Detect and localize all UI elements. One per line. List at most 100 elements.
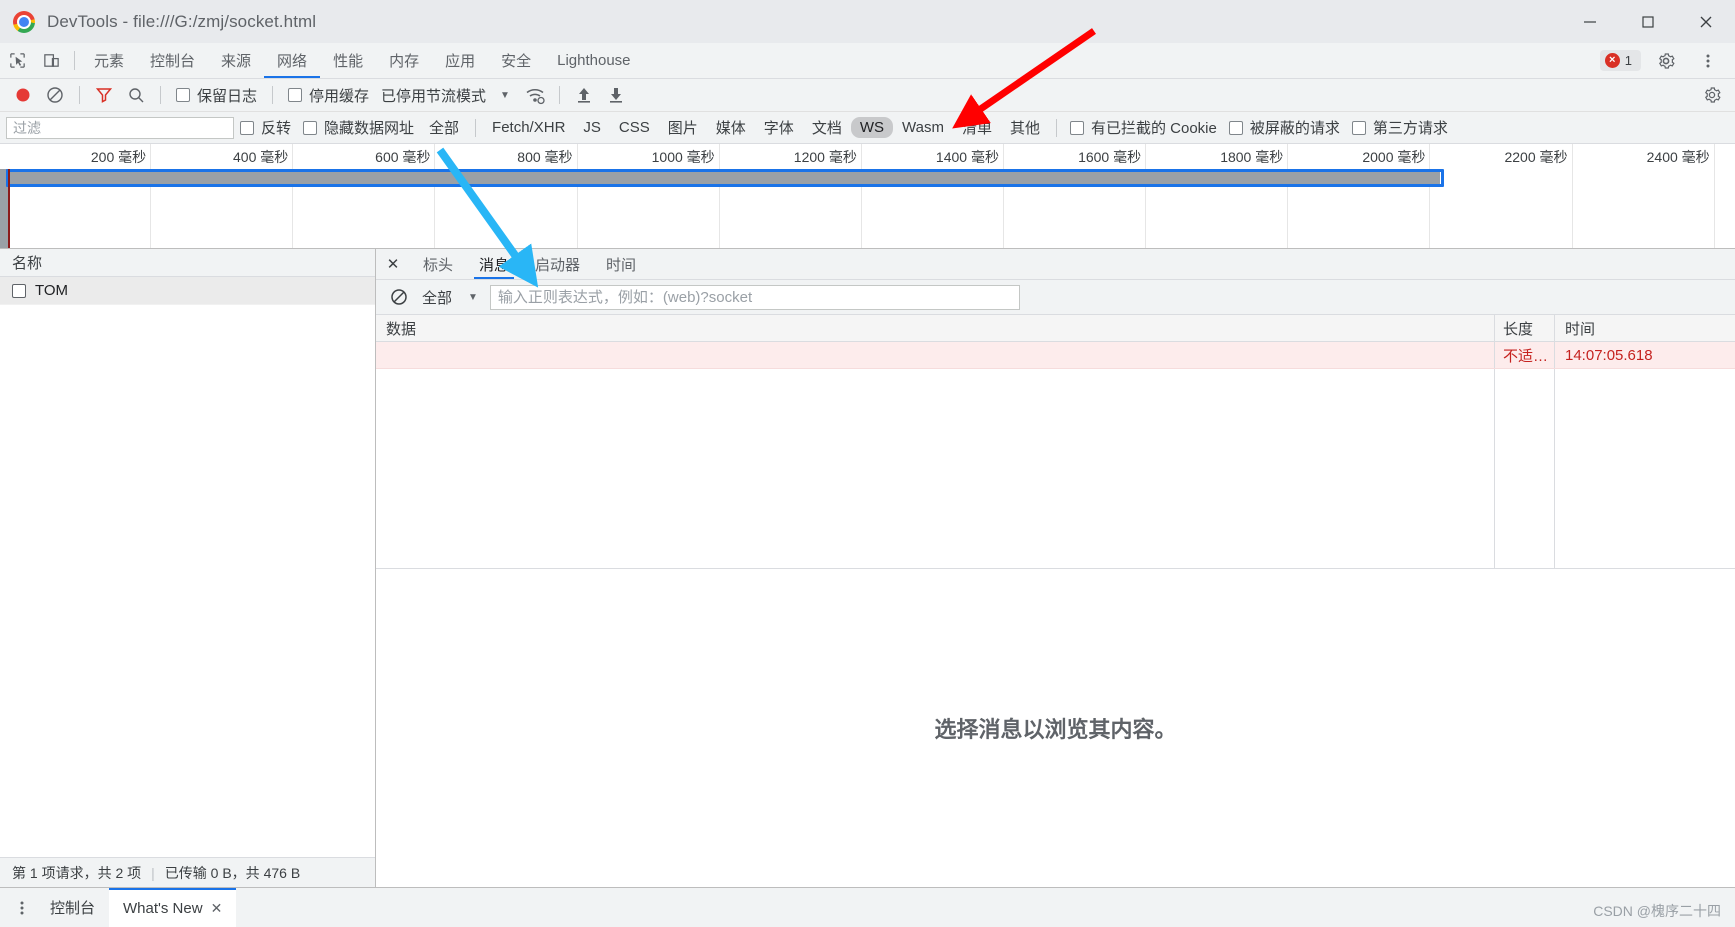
filler-data-column [376,369,1495,568]
tabbar-divider [74,51,75,70]
record-circle-icon[interactable] [8,82,38,108]
filter-type-all[interactable]: 全部 [420,115,468,140]
invert-checkbox[interactable]: 反转 [234,117,297,138]
watermark-label: CSDN @槐序二十四 [1593,903,1721,919]
more-vertical-icon[interactable] [1691,52,1725,70]
overview-dcl-marker [8,169,10,248]
tab-performance-label: 性能 [333,53,364,70]
gear-icon[interactable] [1649,51,1683,71]
tab-sources-label: 来源 [221,53,252,70]
blocked-requests-checkbox[interactable]: 被屏蔽的请求 [1223,117,1346,138]
error-count-badge[interactable]: × 1 [1599,50,1641,71]
messages-toolbar: 全部 ▼ [376,280,1735,315]
close-details-icon[interactable]: ✕ [376,249,410,279]
blocked-cookies-label: 有已拦截的 Cookie [1090,120,1217,137]
funnel-filter-icon[interactable] [89,82,119,108]
tab-network-label: 网络 [277,53,308,70]
wifi-settings-icon[interactable] [520,82,550,108]
filter-type-ws[interactable]: WS [850,117,893,138]
column-header-data[interactable]: 数据 [376,315,1495,341]
status-divider: | [151,864,155,881]
filter-type-css[interactable]: CSS [610,117,659,138]
timeline-tick-label: 800 毫秒 [517,149,573,165]
timeline-tick: 600 毫秒 [375,144,436,248]
message-time-cell: 14:07:05.618 [1565,346,1653,364]
main-tab-bar: 元素 控制台 来源 网络 性能 内存 应用 安全 Lighthouse × 1 [0,43,1735,79]
overview-request-band [8,170,1440,184]
details-pane: ✕ 标头 消息 启动器 时间 全部 ▼ 数据 长度 时间 [376,249,1735,887]
tab-console[interactable]: 控制台 [137,43,208,78]
table-row[interactable]: 不适… 14:07:05.618 [376,342,1735,369]
tabbar-right-controls: × 1 [1599,43,1735,78]
minimize-button[interactable] [1561,0,1619,43]
network-toolbar: 保留日志 停用缓存 已停用节流模式 ▼ [0,79,1735,112]
tab-memory[interactable]: 内存 [376,43,432,78]
filter-input[interactable] [6,116,234,139]
filter-type-other[interactable]: 其他 [1001,115,1049,140]
table-row[interactable]: TOM [0,277,375,305]
tab-messages[interactable]: 消息 [466,249,522,279]
tab-timing[interactable]: 时间 [593,249,649,279]
column-header-time[interactable]: 时间 [1555,315,1735,341]
timeline-tick: 800 毫秒 [517,144,578,248]
throttling-caret-icon[interactable]: ▼ [492,90,518,101]
third-party-checkbox[interactable]: 第三方请求 [1346,117,1454,138]
download-arrow-icon[interactable] [601,82,631,108]
tab-security[interactable]: 安全 [488,43,544,78]
filter-type-doc[interactable]: 文档 [803,115,851,140]
filter-type-wasm[interactable]: Wasm [893,117,953,138]
messages-table: 数据 长度 时间 不适… 14:07:05.618 [376,315,1735,568]
third-party-label: 第三方请求 [1372,120,1448,137]
search-icon[interactable] [121,82,151,108]
tab-performance[interactable]: 性能 [320,43,376,78]
preserve-log-checkbox[interactable]: 保留日志 [170,85,263,106]
device-toolbar-icon[interactable] [34,43,68,78]
filter-type-font[interactable]: 字体 [755,115,803,140]
timeline-tick-label: 2400 毫秒 [1646,149,1710,165]
filter-type-img[interactable]: 图片 [659,115,707,140]
filler-length-column [1495,369,1555,568]
overview-left-edge [0,169,8,248]
tab-sources[interactable]: 来源 [208,43,264,78]
tab-initiator[interactable]: 启动器 [522,249,593,279]
inspect-cursor-icon[interactable] [0,43,34,78]
disable-cache-checkbox[interactable]: 停用缓存 [282,85,375,106]
filter-type-fetch-xhr[interactable]: Fetch/XHR [483,117,574,138]
message-type-filter-caret-icon[interactable]: ▼ [460,292,486,303]
message-regex-input[interactable] [489,284,1020,310]
drawer-tab-bar: 控制台 What's New ✕ CSDN @槐序二十四 [0,887,1735,927]
timeline-tick-label: 2200 毫秒 [1504,149,1568,165]
toolbar-divider-3 [272,86,274,104]
tab-headers[interactable]: 标头 [410,249,466,279]
timeline-tick-label: 400 毫秒 [233,149,289,165]
clear-prohibited-icon[interactable] [40,82,70,108]
filter-type-media[interactable]: 媒体 [707,115,755,140]
title-bar: DevTools - file:///G:/zmj/socket.html [0,0,1735,43]
maximize-button[interactable] [1619,0,1677,43]
tab-application[interactable]: 应用 [432,43,488,78]
drawer-tab-console[interactable]: 控制台 [36,888,109,927]
status-transfer-size: 已传输 0 B，共 476 B [164,864,301,881]
more-vertical-icon[interactable] [8,899,36,917]
filter-type-js[interactable]: JS [574,117,610,138]
blocked-cookies-checkbox[interactable]: 有已拦截的 Cookie [1064,117,1223,138]
chrome-logo-icon [13,10,35,33]
close-icon[interactable]: ✕ [211,900,223,917]
clear-messages-icon[interactable] [384,284,414,310]
network-settings-gear-icon[interactable] [1697,82,1727,108]
error-count-label: 1 [1624,53,1632,68]
drawer-tab-whats-new[interactable]: What's New ✕ [109,887,237,927]
tab-console-label: 控制台 [150,53,196,70]
filter-type-manifest[interactable]: 清单 [953,115,1001,140]
network-overview[interactable]: 200 毫秒 400 毫秒 600 毫秒 800 毫秒 1000 毫秒 1200 毫秒 14… [0,144,1735,249]
close-button[interactable] [1677,0,1735,43]
message-type-filter-label[interactable]: 全部 [418,287,456,308]
throttling-label[interactable]: 已停用节流模式 [377,85,490,106]
column-header-length[interactable]: 长度 [1495,315,1555,341]
tab-network[interactable]: 网络 [264,43,320,78]
hide-data-urls-checkbox[interactable]: 隐藏数据网址 [297,117,420,138]
tab-elements[interactable]: 元素 [81,43,137,78]
network-status-bar: 第 1 项请求，共 2 项 | 已传输 0 B，共 476 B [0,857,375,887]
tab-lighthouse[interactable]: Lighthouse [544,43,643,78]
upload-arrow-icon[interactable] [569,82,599,108]
